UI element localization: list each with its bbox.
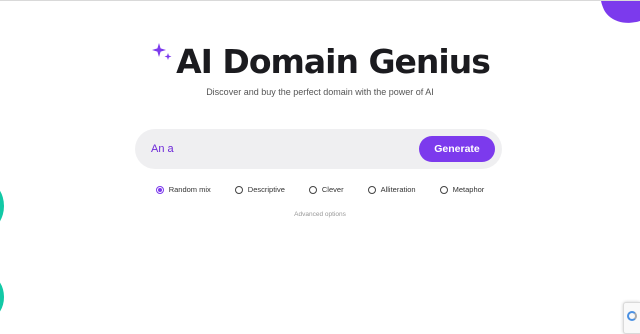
option-alliteration[interactable]: Alliteration (367, 185, 416, 194)
sparkle-icon (150, 41, 174, 65)
option-random-mix[interactable]: Random mix (155, 185, 211, 194)
page-subtitle: Discover and buy the perfect domain with… (206, 87, 434, 97)
option-label: Alliteration (380, 185, 416, 194)
header: AI Domain Genius Discover and buy the pe… (0, 39, 640, 97)
decorative-blob-teal-lower (0, 277, 4, 317)
radio-descriptive[interactable] (234, 185, 243, 194)
option-clever[interactable]: Clever (308, 185, 344, 194)
search-bar: Generate (135, 129, 502, 169)
radio-alliteration[interactable] (367, 185, 376, 194)
advanced-options-link[interactable]: Advanced options (0, 211, 640, 218)
radio-clever[interactable] (308, 185, 317, 194)
option-label: Metaphor (452, 185, 485, 194)
option-label: Random mix (168, 185, 211, 194)
generate-button[interactable]: Generate (419, 136, 495, 162)
radio-metaphor[interactable] (439, 185, 448, 194)
page-title: AI Domain Genius (176, 42, 491, 81)
title-row: AI Domain Genius (150, 39, 491, 85)
decorative-blob-purple (592, 1, 640, 32)
page: AI Domain Genius Discover and buy the pe… (0, 0, 640, 334)
domain-search-input[interactable] (151, 129, 401, 169)
option-metaphor[interactable]: Metaphor (439, 185, 485, 194)
recaptcha-badge[interactable] (623, 302, 640, 334)
radio-random-mix[interactable] (155, 185, 164, 194)
option-label: Descriptive (247, 185, 285, 194)
option-label: Clever (321, 185, 344, 194)
recaptcha-icon (627, 311, 637, 321)
style-options: Random mix Descriptive Clever Alliterati… (0, 185, 640, 194)
option-descriptive[interactable]: Descriptive (234, 185, 285, 194)
